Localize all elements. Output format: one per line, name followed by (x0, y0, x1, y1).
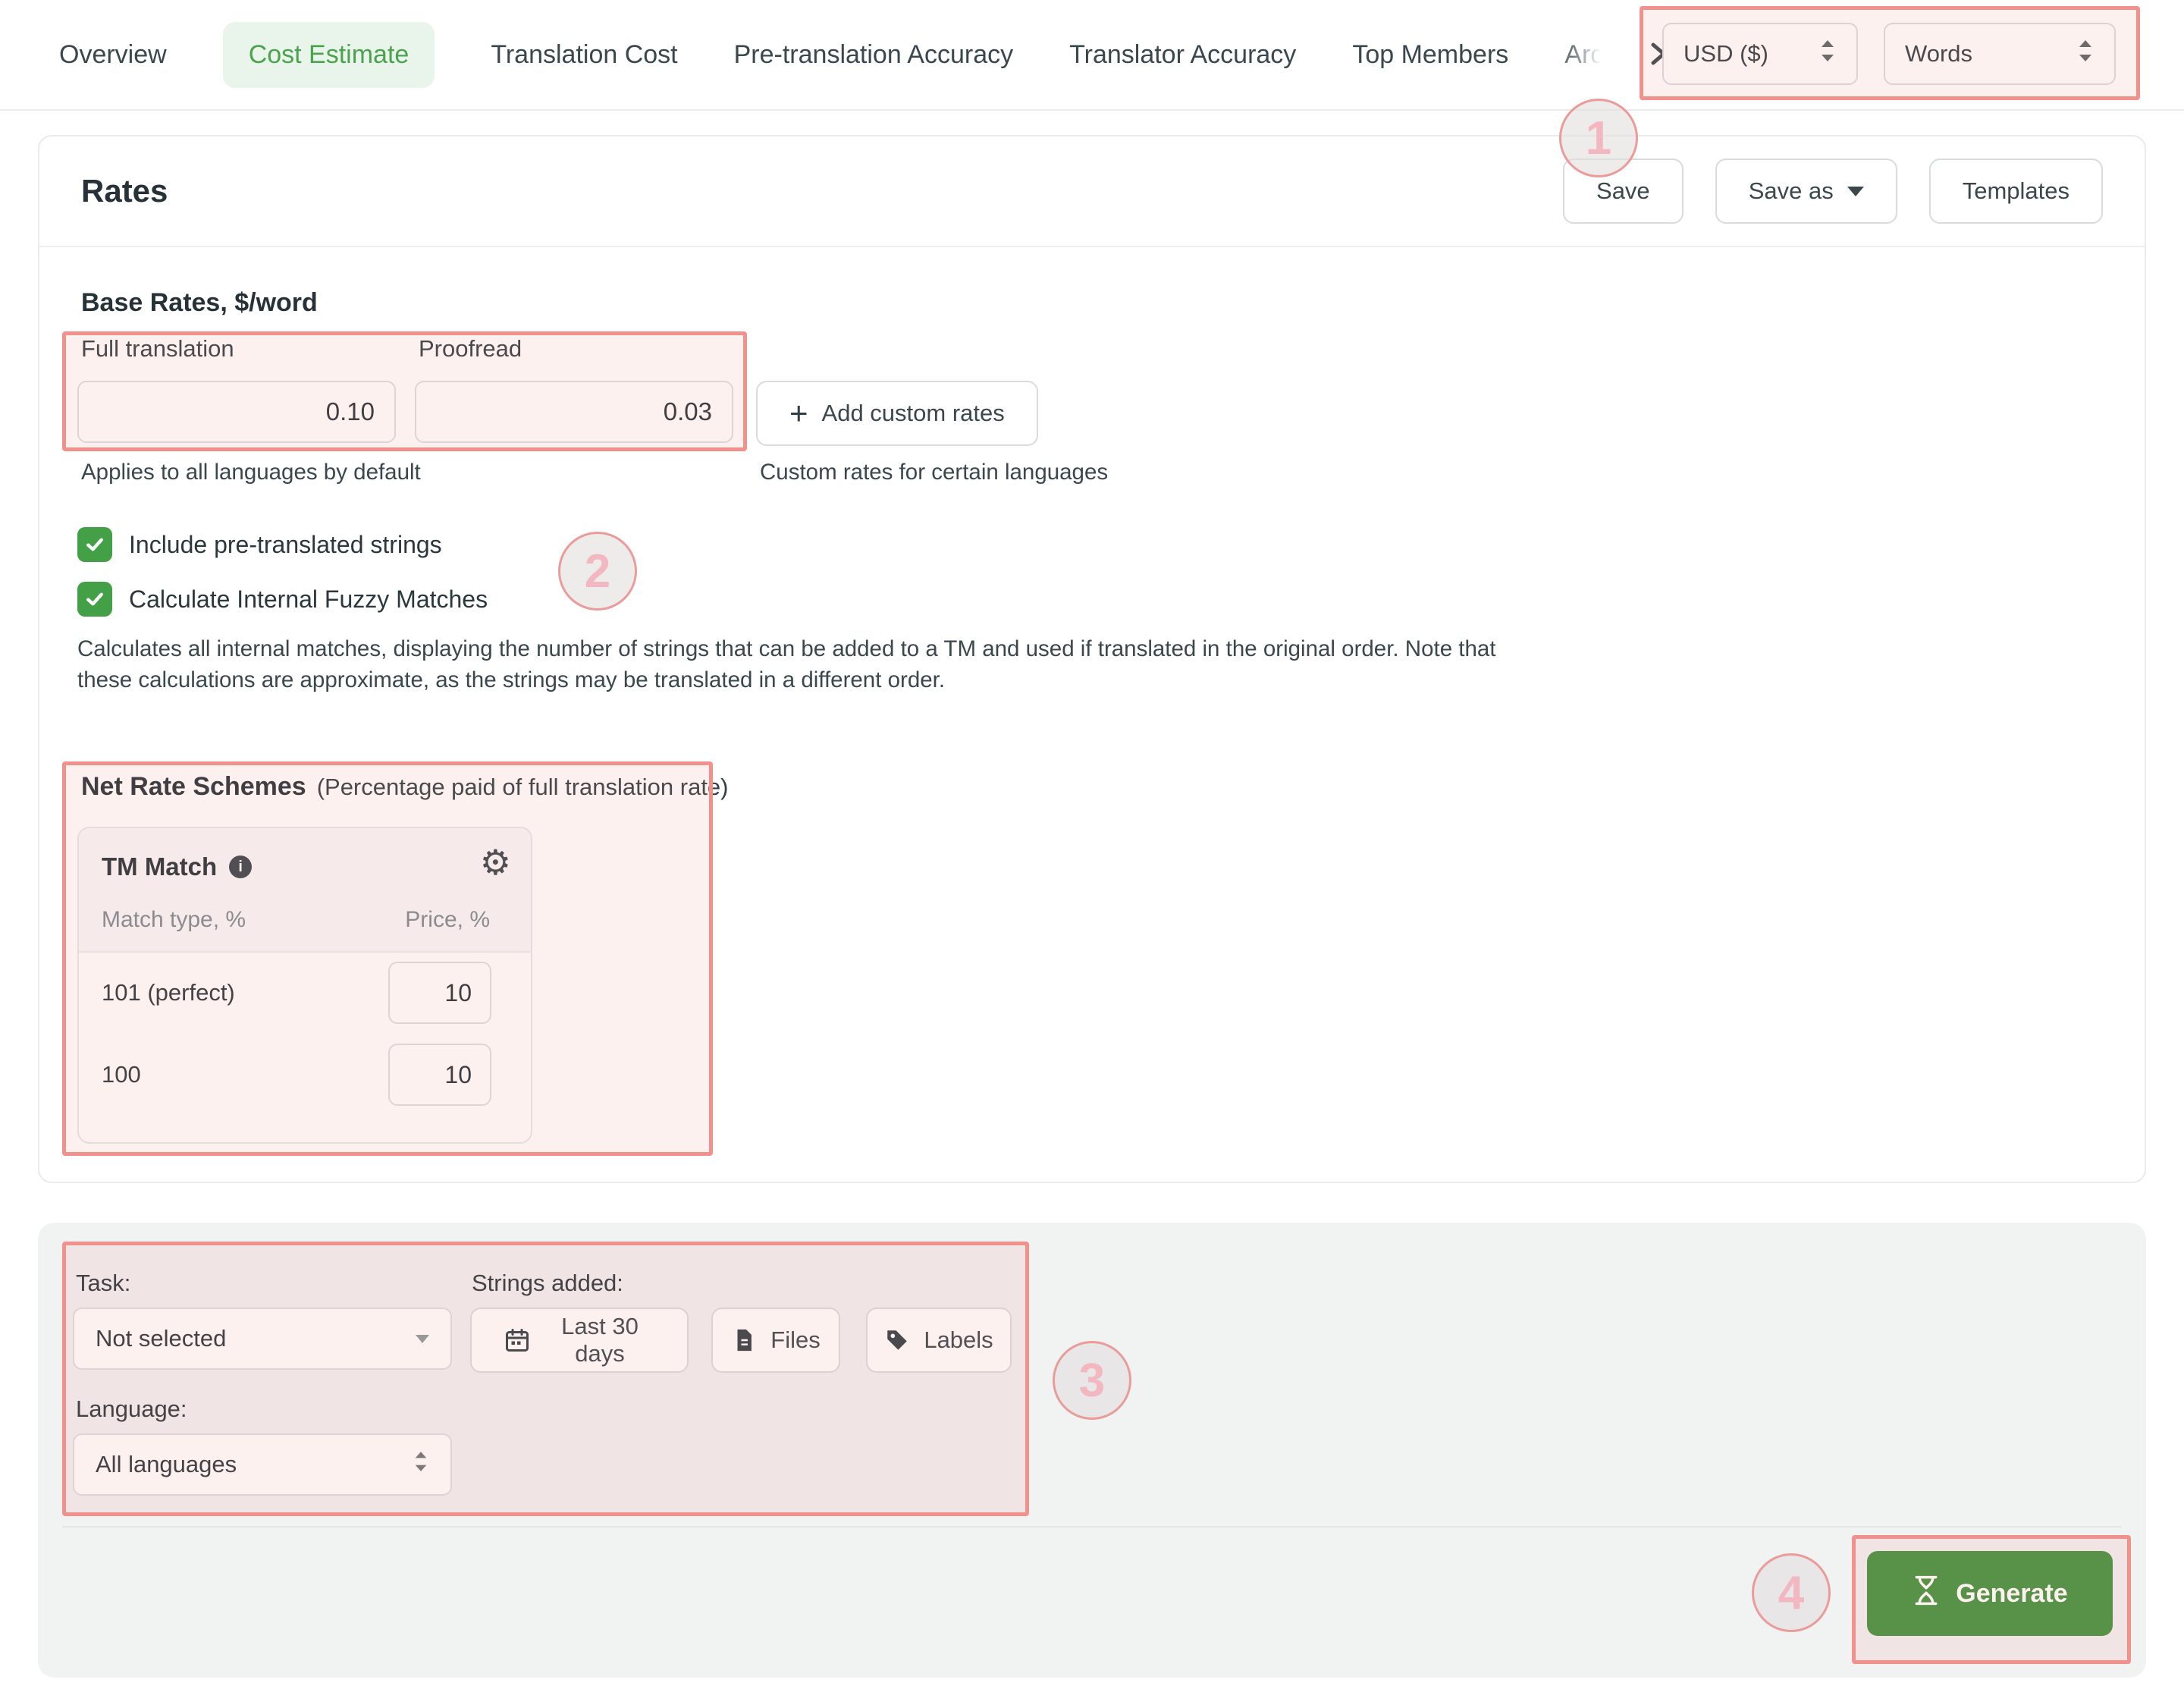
match-101-price-input[interactable] (388, 962, 491, 1024)
rates-card: Rates Save Save as Templates Base Rates,… (38, 135, 2146, 1183)
tm-match-card: TM Match i ⚙ Match type, % Price, % 101 … (77, 827, 532, 1144)
labels-filter-button[interactable]: Labels (866, 1308, 1012, 1373)
currency-select[interactable]: USD ($) (1662, 23, 1858, 85)
labels-filter-label: Labels (924, 1327, 993, 1354)
tab-top-members[interactable]: Top Members (1352, 40, 1508, 70)
report-settings: USD ($) Words (1662, 23, 2116, 85)
templates-button-label: Templates (1963, 177, 2069, 205)
match-type-column-header: Match type, % (102, 907, 246, 933)
tm-match-title: TM Match (102, 852, 217, 881)
files-filter-button[interactable]: Files (711, 1308, 840, 1373)
task-select[interactable]: Not selected (73, 1308, 452, 1370)
caret-down-icon (416, 1335, 429, 1343)
task-select-value: Not selected (96, 1325, 226, 1352)
proofread-input[interactable] (415, 381, 733, 443)
currency-select-value: USD ($) (1684, 40, 1768, 68)
language-select-value: All languages (96, 1451, 237, 1478)
checkbox-checked-icon[interactable] (77, 527, 112, 562)
task-label: Task: (76, 1270, 130, 1297)
match-type-label: 101 (perfect) (102, 979, 235, 1006)
match-type-label: 100 (102, 1061, 141, 1088)
include-pretranslated-option: Include pre-translated strings (77, 527, 442, 562)
files-filter-label: Files (770, 1327, 820, 1354)
table-row: 101 (perfect) (102, 962, 491, 1024)
default-rates-note: Applies to all languages by default (81, 460, 421, 485)
tab-pre-translation-accuracy[interactable]: Pre-translation Accuracy (734, 40, 1014, 70)
price-column-header: Price, % (405, 907, 490, 933)
table-row: 100 (102, 1044, 491, 1106)
tab-translation-cost[interactable]: Translation Cost (491, 40, 677, 70)
units-select-value: Words (1905, 40, 1972, 68)
internal-fuzzy-label: Calculate Internal Fuzzy Matches (129, 586, 488, 614)
tab-overview[interactable]: Overview (59, 40, 167, 70)
add-custom-rates-button[interactable]: + Add custom rates (756, 381, 1038, 446)
units-select[interactable]: Words (1884, 23, 2116, 85)
gear-icon[interactable]: ⚙ (480, 845, 511, 880)
net-rate-schemes-heading: Net Rate Schemes (Percentage paid of ful… (81, 772, 729, 802)
net-rate-schemes-subtitle: (Percentage paid of full translation rat… (317, 774, 729, 801)
page-title: Rates (81, 173, 168, 209)
save-as-button-label: Save as (1749, 177, 1834, 205)
proofread-label: Proofread (419, 335, 522, 363)
caret-down-icon (1847, 187, 1864, 196)
base-rates-heading: Base Rates, $/word (81, 288, 318, 318)
updown-arrows-icon (1818, 38, 1837, 70)
checkbox-checked-icon[interactable] (77, 582, 112, 617)
full-translation-label: Full translation (81, 335, 234, 363)
date-range-filter-label: Last 30 days (544, 1313, 655, 1367)
tab-truncated[interactable]: Arc (1564, 40, 1603, 70)
tab-cost-estimate[interactable]: Cost Estimate (223, 22, 435, 88)
rates-card-header: Rates Save Save as Templates (39, 137, 2145, 247)
templates-button[interactable]: Templates (1929, 159, 2103, 224)
info-icon[interactable]: i (229, 856, 252, 878)
language-label: Language: (76, 1396, 187, 1423)
custom-rates-note: Custom rates for certain languages (760, 460, 1108, 485)
internal-fuzzy-option: Calculate Internal Fuzzy Matches (77, 582, 488, 617)
updown-arrows-icon (2076, 38, 2095, 70)
save-as-button[interactable]: Save as (1715, 159, 1897, 224)
plus-icon: + (789, 397, 808, 429)
divider (62, 1526, 2122, 1527)
add-custom-rates-label: Add custom rates (822, 400, 1005, 427)
language-select[interactable]: All languages (73, 1433, 452, 1496)
hourglass-icon (1912, 1575, 1941, 1613)
generate-button-label: Generate (1956, 1579, 2067, 1609)
net-rate-schemes-title: Net Rate Schemes (81, 772, 306, 802)
tm-match-card-header: TM Match i ⚙ Match type, % Price, % (79, 828, 531, 953)
updown-arrows-icon (413, 1449, 429, 1480)
full-translation-input[interactable] (77, 381, 396, 443)
save-button[interactable]: Save (1563, 159, 1684, 224)
date-range-filter-button[interactable]: Last 30 days (470, 1308, 689, 1373)
fuzzy-description: Calculates all internal matches, display… (77, 633, 1549, 695)
rates-actions: Save Save as Templates (1563, 159, 2103, 224)
tab-translator-accuracy[interactable]: Translator Accuracy (1069, 40, 1296, 70)
generate-button[interactable]: Generate (1867, 1551, 2113, 1636)
match-100-price-input[interactable] (388, 1044, 491, 1106)
file-icon (731, 1327, 757, 1353)
calendar-icon (504, 1327, 531, 1354)
estimate-generator-panel: Task: Not selected Strings added: Last 3… (38, 1223, 2146, 1678)
save-button-label: Save (1596, 177, 1650, 205)
tag-icon (884, 1327, 910, 1353)
include-pretranslated-label: Include pre-translated strings (129, 531, 442, 559)
strings-added-label: Strings added: (472, 1270, 623, 1297)
